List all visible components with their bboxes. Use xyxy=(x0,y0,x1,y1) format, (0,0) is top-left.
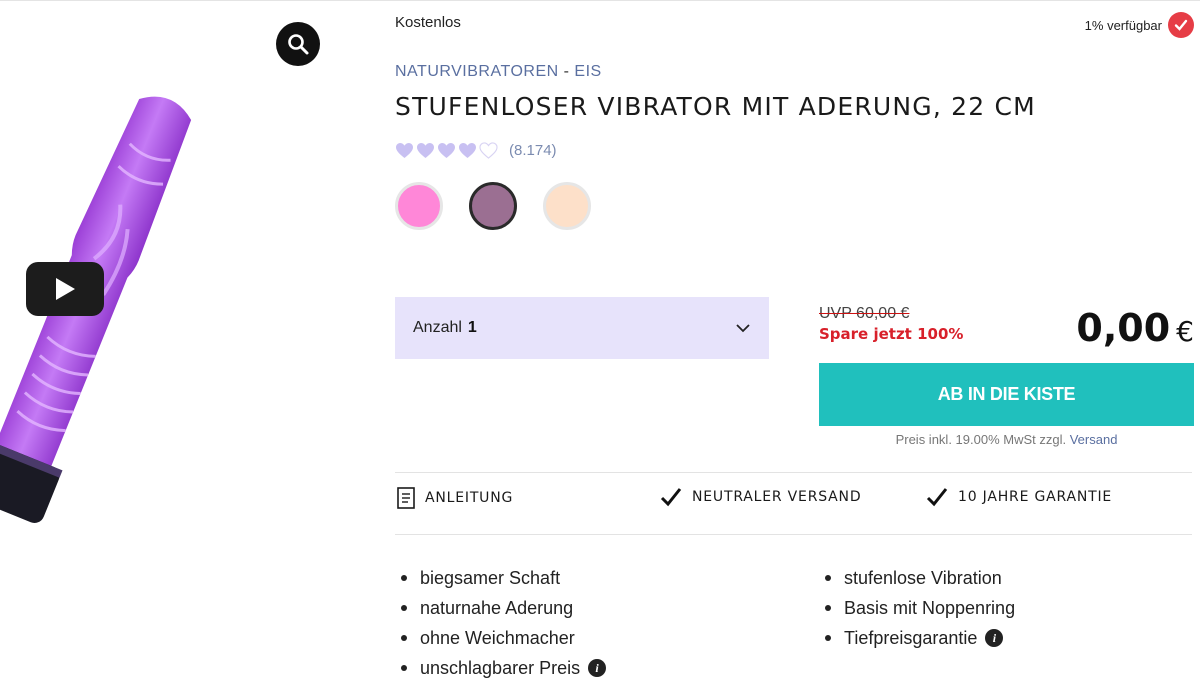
rating-count[interactable]: (8.174) xyxy=(509,142,557,159)
feature-shipping: NEUTRALER VERSAND xyxy=(660,487,861,507)
heart-filled-icon xyxy=(438,142,455,159)
stock-label: 1% verfügbar xyxy=(1084,17,1162,33)
breadcrumb-separator: - xyxy=(563,63,570,80)
quantity-value: 1 xyxy=(467,319,477,336)
feature-list-left: biegsamer Schaft naturnahe Aderung ohne … xyxy=(395,563,607,683)
shipping-info: Kostenlos xyxy=(395,14,461,31)
list-item: naturnahe Aderung xyxy=(395,593,606,623)
stock-indicator: 1% verfügbar xyxy=(1085,12,1194,38)
add-to-cart-button[interactable]: AB IN DIE KISTE xyxy=(819,363,1194,426)
divider xyxy=(395,534,1192,535)
product-title: STUFENLOSER VIBRATOR MIT ADERUNG, 22 CM xyxy=(395,92,1036,121)
color-swatch-skin[interactable] xyxy=(543,182,591,230)
play-icon xyxy=(56,278,75,300)
uvp-price: UVP 60,00 € xyxy=(819,305,910,322)
shipping-link[interactable]: Versand xyxy=(1070,432,1118,447)
search-icon xyxy=(288,34,309,55)
price: 0,00 € xyxy=(1076,306,1194,350)
chevron-down-icon xyxy=(736,324,750,333)
feature-label: NEUTRALER VERSAND xyxy=(692,489,862,505)
price-currency: € xyxy=(1176,315,1194,348)
divider xyxy=(395,472,1192,473)
list-item: unschlagbarer Preis i xyxy=(395,653,607,683)
info-icon[interactable]: i xyxy=(588,659,607,677)
breadcrumb-category[interactable]: NATURVIBRATOREN xyxy=(395,63,559,80)
rating[interactable]: (8.174) xyxy=(395,142,557,159)
feature-label: ANLEITUNG xyxy=(425,490,514,506)
heart-filled-icon xyxy=(396,142,413,159)
heart-filled-icon xyxy=(417,142,434,159)
color-swatch-mauve[interactable] xyxy=(469,182,517,230)
tax-text: Preis inkl. 19.00% MwSt zzgl. xyxy=(895,432,1067,447)
list-item: stufenlose Vibration xyxy=(819,563,1015,593)
breadcrumb-subcategory[interactable]: EIS xyxy=(574,63,601,80)
list-item: biegsamer Schaft xyxy=(395,563,606,593)
zoom-button[interactable] xyxy=(276,22,320,66)
heart-filled-icon xyxy=(459,142,476,159)
feature-bar: ANLEITUNG NEUTRALER VERSAND 10 JAHRE GAR… xyxy=(395,487,1192,519)
feature-list-right: stufenlose Vibration Basis mit Noppenrin… xyxy=(819,563,1015,653)
list-item: Tiefpreisgarantie i xyxy=(819,623,1015,653)
breadcrumb: NATURVIBRATOREN - EIS xyxy=(395,63,602,81)
check-icon xyxy=(1168,12,1194,38)
list-item: Basis mit Noppenring xyxy=(819,593,1015,623)
product-details: Kostenlos 1% verfügbar NATURVIBRATOREN -… xyxy=(0,0,1200,687)
tax-info: Preis inkl. 19.00% MwSt zzgl. Versand xyxy=(819,432,1194,447)
savings-text: Spare jetzt 100% xyxy=(819,325,964,343)
check-icon xyxy=(660,488,682,507)
quantity-select[interactable]: Anzahl 1 xyxy=(395,297,769,359)
color-selector xyxy=(395,182,591,230)
top-divider xyxy=(0,0,1200,1)
product-gallery xyxy=(0,0,360,687)
product-image[interactable] xyxy=(0,0,360,687)
video-play-button[interactable] xyxy=(26,262,104,316)
feature-warranty: 10 JAHRE GARANTIE xyxy=(926,487,1112,507)
heart-empty-icon xyxy=(479,142,498,159)
color-swatch-pink[interactable] xyxy=(395,182,443,230)
list-item: ohne Weichmacher xyxy=(395,623,606,653)
document-icon xyxy=(397,487,415,509)
feature-label: 10 JAHRE GARANTIE xyxy=(958,489,1113,505)
info-icon[interactable]: i xyxy=(985,629,1004,647)
feature-manual[interactable]: ANLEITUNG xyxy=(397,487,513,509)
quantity-label: Anzahl xyxy=(413,319,462,336)
price-amount: 0,00 xyxy=(1076,306,1171,350)
check-icon xyxy=(926,488,948,507)
